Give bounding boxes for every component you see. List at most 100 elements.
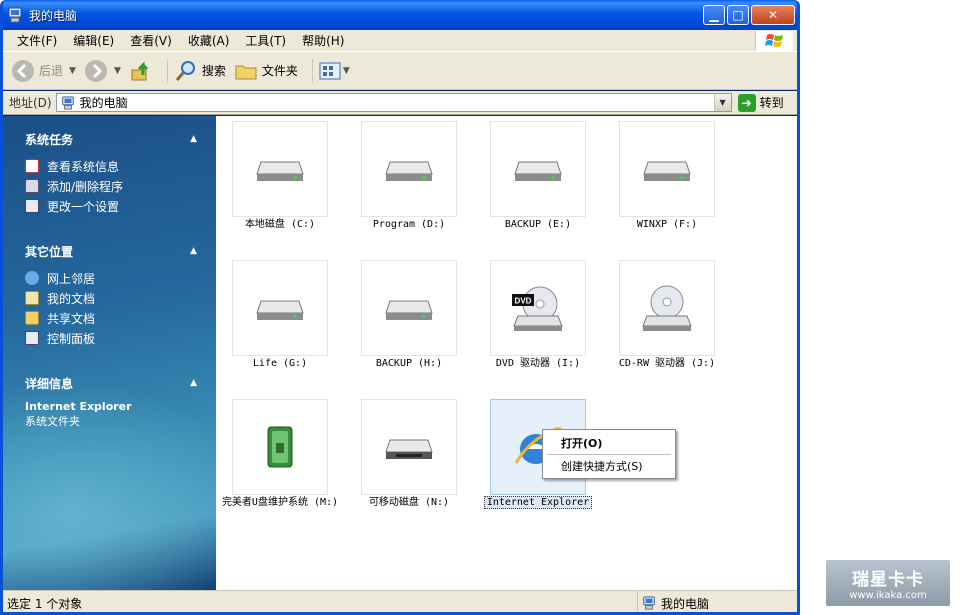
details-item-type: 系统文件夹 — [25, 415, 80, 428]
toolbar-separator — [166, 58, 168, 83]
drive-label: CD-RW 驱动器 (J:) — [618, 358, 716, 369]
back-arrow-icon — [12, 59, 34, 82]
details-section: 详细信息 ▲ Internet Explorer 系统文件夹 — [25, 372, 205, 429]
status-location: 我的电脑 — [637, 591, 710, 612]
address-bar: 地址(D) 我的电脑 ▼ ➔ 转到 — [3, 91, 797, 115]
hard-drive-icon — [232, 121, 328, 217]
up-button[interactable] — [129, 59, 153, 83]
task-view-system-info[interactable]: 查看系统信息 — [25, 156, 205, 176]
menu-tools[interactable]: 工具(T) — [237, 32, 294, 49]
drive-item[interactable]: DVD DVD 驱动器 (I:) — [474, 260, 602, 370]
collapse-icon[interactable]: ▲ — [190, 378, 197, 388]
folders-label: 文件夹 — [261, 64, 298, 78]
task-label: 查看系统信息 — [47, 159, 120, 174]
drive-label: BACKUP (E:) — [504, 219, 572, 230]
toolbar: 后退 ▼ ▼ 搜索 文件夹 ▼ — [3, 52, 797, 90]
forward-button[interactable]: ▼ — [84, 59, 121, 83]
views-dropdown-icon[interactable]: ▼ — [343, 66, 350, 76]
system-tasks-header[interactable]: 系统任务 ▲ — [25, 128, 205, 150]
search-label: 搜索 — [201, 64, 226, 78]
address-field[interactable]: 我的电脑 ▼ — [55, 93, 732, 112]
status-text: 选定 1 个对象 — [7, 596, 83, 611]
file-view: 本地磁盘 (C:) Program (D:) BACKUP (E:) WINXP… — [216, 116, 797, 590]
other-places-header[interactable]: 其它位置 ▲ — [25, 240, 205, 262]
menu-edit[interactable]: 编辑(E) — [65, 32, 122, 49]
place-network[interactable]: 网上邻居 — [25, 268, 205, 288]
search-button[interactable]: 搜索 — [174, 59, 226, 83]
menu-favorites[interactable]: 收藏(A) — [180, 32, 238, 49]
place-label: 我的文档 — [47, 291, 96, 306]
other-places-section: 其它位置 ▲ 网上邻居 我的文档 共享文档 控制面板 — [25, 240, 205, 348]
details-header[interactable]: 详细信息 ▲ — [25, 372, 205, 394]
drive-item[interactable]: CD-RW 驱动器 (J:) — [603, 260, 731, 370]
views-button[interactable]: ▼ — [319, 61, 350, 81]
dvd-drive-icon: DVD — [490, 260, 586, 356]
place-shared-documents[interactable]: 共享文档 — [25, 308, 205, 328]
folders-button[interactable]: 文件夹 — [234, 59, 298, 83]
network-places-icon — [25, 271, 39, 285]
task-label: 更改一个设置 — [47, 199, 120, 214]
search-icon — [175, 60, 195, 81]
drive-item[interactable]: Life (G:) — [216, 260, 344, 370]
drive-item[interactable]: BACKUP (H:) — [345, 260, 473, 370]
menu-help[interactable]: 帮助(H) — [294, 32, 352, 49]
drive-label: Life (G:) — [252, 358, 308, 369]
toolbar-separator — [311, 58, 313, 83]
drive-label: WINXP (F:) — [636, 219, 698, 230]
task-change-setting[interactable]: 更改一个设置 — [25, 196, 205, 216]
back-button[interactable]: 后退 ▼ — [11, 59, 76, 83]
back-dropdown-icon[interactable]: ▼ — [69, 66, 76, 76]
other-places-title: 其它位置 — [25, 244, 74, 259]
caption-buttons: ▁ □ ✕ — [703, 5, 795, 25]
back-label: 后退 — [39, 64, 64, 78]
drive-label: Internet Explorer — [474, 496, 602, 509]
drive-item[interactable]: 本地磁盘 (C:) — [216, 121, 344, 231]
maximize-button[interactable]: □ — [727, 5, 749, 25]
cd-drive-icon — [619, 260, 715, 356]
my-computer-icon — [643, 596, 655, 610]
drive-item[interactable]: 完美者U盘维护系统 (M:) — [216, 399, 344, 509]
windows-logo-icon — [755, 31, 793, 51]
selected-label: Internet Explorer — [483, 496, 593, 509]
context-create-shortcut[interactable]: 创建快捷方式(S) — [543, 455, 675, 477]
system-tasks-section: 系统任务 ▲ 查看系统信息 添加/删除程序 更改一个设置 — [25, 128, 205, 216]
address-dropdown-button[interactable]: ▼ — [713, 94, 731, 111]
menu-file[interactable]: 文件(F) — [9, 32, 65, 49]
drive-label: 完美者U盘维护系统 (M:) — [221, 497, 339, 508]
drive-item[interactable]: WINXP (F:) — [603, 121, 731, 231]
menu-view[interactable]: 查看(V) — [122, 32, 180, 49]
go-button[interactable]: ➔ 转到 — [737, 93, 784, 112]
drive-item[interactable]: BACKUP (E:) — [474, 121, 602, 231]
close-button[interactable]: ✕ — [751, 5, 795, 25]
views-icon — [319, 62, 341, 79]
removable-disk-icon — [361, 399, 457, 495]
details-item-name: Internet Explorer — [25, 400, 132, 413]
forward-dropdown-icon[interactable]: ▼ — [114, 66, 121, 76]
context-menu: 打开(O) 创建快捷方式(S) — [542, 429, 676, 479]
drive-label: 本地磁盘 (C:) — [244, 219, 316, 230]
folder-icon — [235, 65, 257, 79]
shared-documents-icon — [25, 311, 39, 325]
title-bar[interactable]: 我的电脑 ▁ □ ✕ — [3, 0, 797, 30]
place-control-panel[interactable]: 控制面板 — [25, 328, 205, 348]
status-location-label: 我的电脑 — [661, 596, 710, 611]
window-title: 我的电脑 — [29, 8, 78, 23]
drive-item[interactable]: 可移动磁盘 (N:) — [345, 399, 473, 509]
context-open[interactable]: 打开(O) — [543, 432, 675, 454]
hard-drive-icon — [490, 121, 586, 217]
address-label: 地址(D) — [9, 96, 52, 110]
drive-label: DVD 驱动器 (I:) — [495, 358, 581, 369]
collapse-icon[interactable]: ▲ — [190, 246, 197, 256]
minimize-button[interactable]: ▁ — [703, 5, 725, 25]
place-my-documents[interactable]: 我的文档 — [25, 288, 205, 308]
hard-drive-icon — [361, 121, 457, 217]
details-title: 详细信息 — [25, 376, 74, 391]
watermark-title: 瑞星卡卡 — [852, 570, 924, 590]
drive-item[interactable]: Program (D:) — [345, 121, 473, 231]
go-label: 转到 — [759, 96, 784, 110]
collapse-icon[interactable]: ▲ — [190, 134, 197, 144]
hard-drive-icon — [232, 260, 328, 356]
address-value: 我的电脑 — [79, 96, 128, 110]
task-add-remove-programs[interactable]: 添加/删除程序 — [25, 176, 205, 196]
system-tasks-title: 系统任务 — [25, 132, 74, 147]
